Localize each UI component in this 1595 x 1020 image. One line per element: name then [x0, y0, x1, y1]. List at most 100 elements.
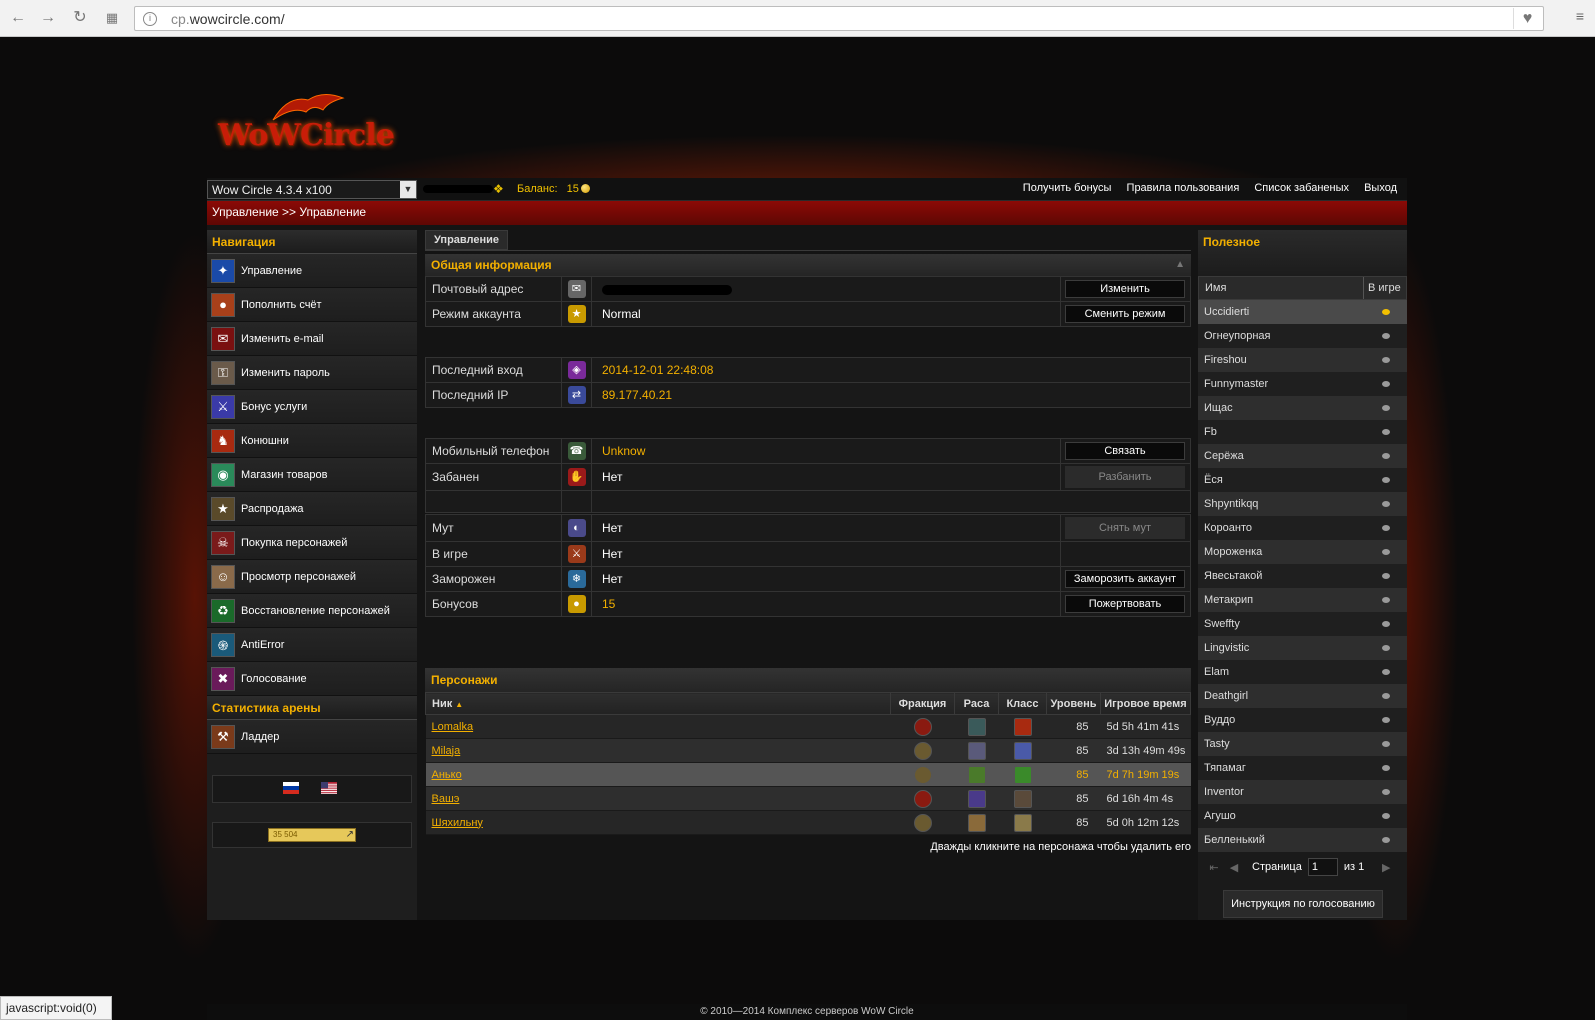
action-button[interactable]: Заморозить аккаунт: [1065, 570, 1185, 588]
first-page-icon[interactable]: ⇤: [1204, 861, 1224, 874]
character-row[interactable]: Milaja 85 3d 13h 49m 49s: [425, 738, 1191, 763]
character-name-link[interactable]: Lomalka: [432, 721, 474, 733]
ingame-status-cell: [1365, 546, 1407, 558]
nav-item-vote[interactable]: ✖ Голосование: [207, 662, 417, 696]
character-name-link[interactable]: Шяхильну: [432, 817, 483, 829]
online-player-row[interactable]: Deathgirl: [1198, 684, 1407, 708]
nav-item-buy-character[interactable]: ☠ Покупка персонажей: [207, 526, 417, 560]
alliance-cell: [890, 738, 955, 763]
info-icon-cell: ❄: [561, 566, 592, 592]
nav-item-key[interactable]: ⚿ Изменить пароль: [207, 356, 417, 390]
voting-instructions-button[interactable]: Инструкция по голосованию: [1223, 890, 1383, 918]
back-arrow-icon[interactable]: ←: [8, 8, 28, 28]
character-row[interactable]: Анько 85 7d 7h 19m 19s: [425, 762, 1191, 787]
online-player-row[interactable]: Shpyntikqq: [1198, 492, 1407, 516]
online-player-row[interactable]: Uccidierti: [1198, 300, 1407, 324]
russian-flag-icon[interactable]: [283, 782, 299, 794]
online-player-row[interactable]: Tasty: [1198, 732, 1407, 756]
get-bonuses-link[interactable]: Получить бонусы: [1023, 182, 1112, 194]
online-player-row[interactable]: Fireshou: [1198, 348, 1407, 372]
nav-item-coins[interactable]: ● Пополнить счёт: [207, 288, 417, 322]
site-info-icon[interactable]: i: [143, 12, 157, 26]
characters-table: Ник ▲ Фракция Раса Класс Уровень Игровое…: [425, 692, 1191, 835]
nav-item-view-character[interactable]: ☺ Просмотр персонажей: [207, 560, 417, 594]
site-logo[interactable]: WoWCircle: [218, 90, 398, 160]
nav-item-sale[interactable]: ★ Распродажа: [207, 492, 417, 526]
online-player-row[interactable]: Огнеупорная: [1198, 324, 1407, 348]
action-button[interactable]: Пожертвовать: [1065, 595, 1185, 613]
bookmark-heart-icon[interactable]: ♥: [1513, 8, 1541, 29]
online-player-row[interactable]: Короанто: [1198, 516, 1407, 540]
address-bar[interactable]: i cp.wowcircle.com/ ♥: [134, 6, 1544, 31]
online-player-row[interactable]: Funnymaster: [1198, 372, 1407, 396]
action-button[interactable]: Сменить режим: [1065, 305, 1185, 323]
apps-grid-icon[interactable]: ▦: [102, 8, 122, 28]
server-select[interactable]: Wow Circle 4.3.4 x100 ▼: [207, 180, 417, 199]
nav-item-label: AntiError: [241, 638, 285, 651]
nav-item-orb[interactable]: ◉ Магазин товаров: [207, 458, 417, 492]
tab-manage[interactable]: Управление: [425, 230, 509, 250]
online-player-row[interactable]: Ищас: [1198, 396, 1407, 420]
nav-item-label: Бонус услуги: [241, 400, 308, 413]
online-player-row[interactable]: Lingvistic: [1198, 636, 1407, 660]
col-race[interactable]: Раса: [954, 692, 999, 715]
character-name-link[interactable]: Вашэ: [432, 793, 460, 805]
reload-icon[interactable]: ↻: [70, 8, 90, 28]
info-row: Забанен ✋ Нет Разбанить: [425, 463, 1191, 491]
online-player-row[interactable]: Метакрип: [1198, 588, 1407, 612]
online-player-row[interactable]: Вуддо: [1198, 708, 1407, 732]
col-ingame[interactable]: В игре: [1364, 277, 1406, 299]
online-player-row[interactable]: Sweffty: [1198, 612, 1407, 636]
nav-item-mail[interactable]: ✉ Изменить e-mail: [207, 322, 417, 356]
next-page-icon[interactable]: ▶: [1376, 861, 1396, 874]
us-flag-icon[interactable]: [321, 782, 337, 794]
forward-arrow-icon[interactable]: →: [38, 8, 58, 28]
col-playtime[interactable]: Игровое время: [1100, 692, 1191, 715]
online-player-row[interactable]: Тяпамаг: [1198, 756, 1407, 780]
online-player-row[interactable]: Белленький: [1198, 828, 1407, 852]
nav-item-horse[interactable]: ♞ Конюшни: [207, 424, 417, 458]
action-button: Разбанить: [1065, 466, 1185, 488]
nav-item-sword[interactable]: ⚔ Бонус услуги: [207, 390, 417, 424]
logout-link[interactable]: Выход: [1364, 182, 1397, 194]
nav-item-ladder[interactable]: ⚒ Ладдер: [207, 720, 417, 754]
url-text: cp.wowcircle.com/: [171, 11, 285, 27]
banned-list-link[interactable]: Список забаненых: [1254, 182, 1349, 194]
character-name-link[interactable]: Анько: [432, 769, 462, 781]
character-row[interactable]: Шяхильну 85 5d 0h 12m 12s: [425, 810, 1191, 835]
col-faction[interactable]: Фракция: [890, 692, 955, 715]
visitor-counter[interactable]: 35 504 ↗: [268, 828, 356, 842]
nav-item-manage[interactable]: ✦ Управление: [207, 254, 417, 288]
prev-page-icon[interactable]: ◀: [1224, 861, 1244, 874]
undead-icon: [967, 717, 986, 736]
online-player-row[interactable]: Мороженка: [1198, 540, 1407, 564]
online-player-row[interactable]: Агушо: [1198, 804, 1407, 828]
character-row[interactable]: Lomalka 85 5d 5h 41m 41s: [425, 714, 1191, 739]
offline-indicator-icon: [1382, 645, 1390, 651]
page-input[interactable]: [1307, 858, 1338, 876]
character-name-cell: Шяхильну: [425, 810, 891, 835]
chevron-down-icon[interactable]: ▼: [400, 181, 416, 198]
col-level[interactable]: Уровень: [1046, 692, 1101, 715]
collapse-icon[interactable]: ▲: [1175, 259, 1185, 270]
nav-item-label: Управление: [241, 264, 303, 277]
online-player-row[interactable]: Fb: [1198, 420, 1407, 444]
nav-item-restore[interactable]: ♻ Восстановление персонажей: [207, 594, 417, 628]
action-button[interactable]: Связать: [1065, 442, 1185, 460]
action-button[interactable]: Изменить: [1065, 280, 1185, 298]
col-class[interactable]: Класс: [998, 692, 1047, 715]
rules-link[interactable]: Правила пользования: [1127, 182, 1240, 194]
offline-indicator-icon: [1382, 837, 1390, 843]
nav-item-swirl[interactable]: ֍ AntiError: [207, 628, 417, 662]
character-row[interactable]: Вашэ 85 6d 16h 4m 4s: [425, 786, 1191, 811]
online-player-row[interactable]: Серёжа: [1198, 444, 1407, 468]
online-player-row[interactable]: Явесьтакой: [1198, 564, 1407, 588]
online-player-row[interactable]: Elam: [1198, 660, 1407, 684]
character-name-link[interactable]: Milaja: [432, 745, 461, 757]
browser-menu-icon[interactable]: ≡: [1571, 8, 1589, 28]
mage-icon: [1013, 717, 1032, 736]
online-player-row[interactable]: Ёся: [1198, 468, 1407, 492]
online-player-row[interactable]: Inventor: [1198, 780, 1407, 804]
col-nick[interactable]: Ник ▲: [425, 692, 891, 715]
col-name[interactable]: Имя: [1199, 277, 1364, 299]
